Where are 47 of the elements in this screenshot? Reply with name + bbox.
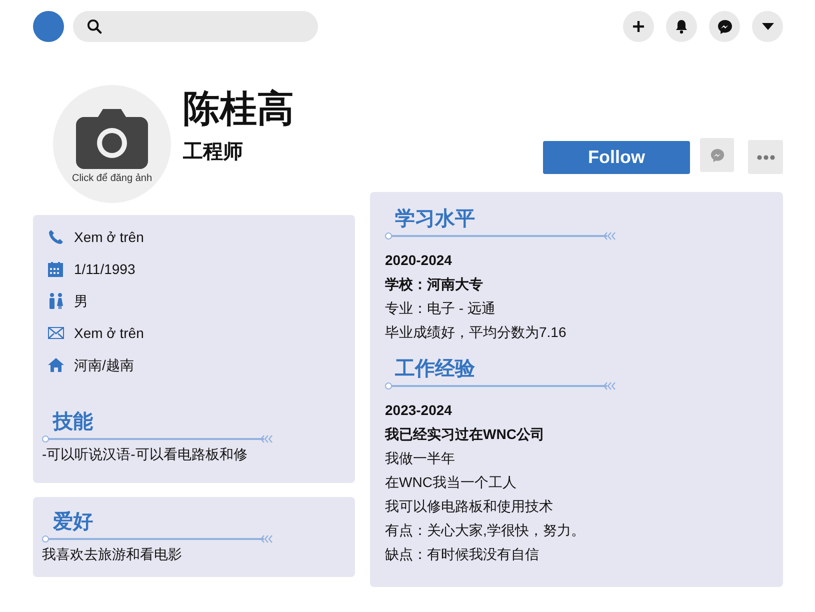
profile-title: 工程师 [183,140,244,165]
search-field[interactable] [73,11,318,42]
section-text: 2023-2024 [385,401,453,420]
avatar[interactable]: Click để đăng ảnh [53,85,171,203]
section-text: 在WNC我当一个工人 [385,473,518,492]
section-text: 缺点：有时候我没有自信 [385,545,540,564]
home-icon [48,358,64,372]
contact-text: 男 [74,292,88,310]
section-heading: 技能 [53,410,94,435]
add-button[interactable] [623,11,654,42]
section-text: 毕业成绩好，平均分数为7.16 [385,323,568,342]
messenger-button[interactable] [709,11,740,42]
contact-text: 河南/越南 [74,356,134,374]
bell-icon [675,19,688,34]
section-heading: 工作经验 [395,357,476,382]
search-icon [87,19,102,34]
profile-name: 陈桂高 [183,87,294,131]
calendar-icon [48,262,63,276]
contact-text: Xem ở trên [74,228,144,246]
section-text: 专业：电子 - 远通 [385,299,496,318]
more-icon [756,154,774,160]
caret-icon [762,23,774,30]
follow-button[interactable]: Follow [543,141,690,174]
section-heading: 学习水平 [395,207,476,232]
dropdown-button[interactable] [752,11,783,42]
camera-icon [76,108,148,168]
notifications-button[interactable] [666,11,697,42]
more-button[interactable] [748,140,783,174]
plus-icon [632,20,645,33]
section-text: -可以听说汉语-可以看电路板和修 [42,445,248,464]
chat-bubble-icon [716,18,732,34]
mail-icon [48,327,64,339]
section-text: 学校：河南大专 [385,275,484,294]
section-text: 有点：关心大家,学很快，努力。 [385,521,586,540]
logo[interactable] [33,11,64,42]
section-text: 我做一半年 [385,449,456,468]
section-text: 我已经实习过在WNC公司 [385,425,546,444]
section-text: 我可以修电路板和使用技术 [385,497,554,516]
section-text: 我喜欢去旅游和看电影 [42,545,183,564]
people-icon [48,293,64,309]
phone-icon [48,229,64,245]
contact-text: Xem ở trên [74,324,144,342]
avatar-caption: Click để đăng ảnh [72,172,152,186]
section-text: 2020-2024 [385,251,453,270]
contact-text: 1/11/1993 [74,260,136,278]
section-heading: 爱好 [53,510,94,535]
chat-bubble-icon [710,148,724,162]
